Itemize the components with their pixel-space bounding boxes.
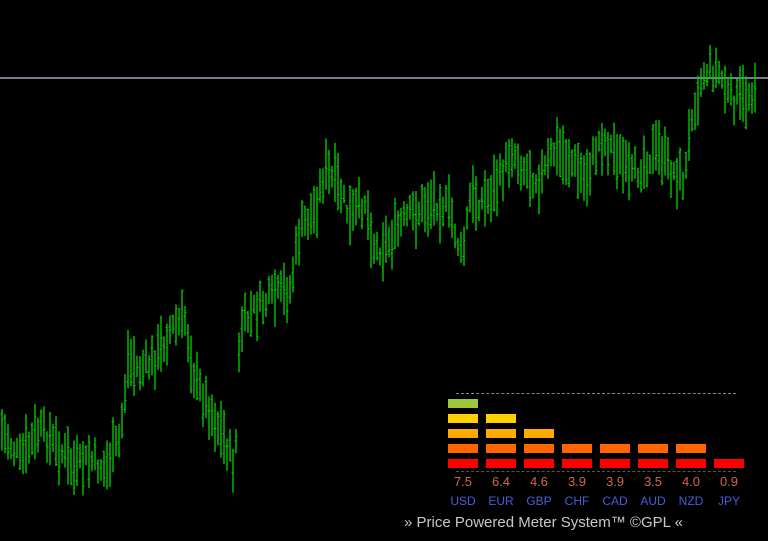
meter-column-jpy: 0.9 JPY xyxy=(712,388,746,513)
meter-segment xyxy=(676,459,706,468)
meter-currency-label: USD xyxy=(450,494,476,508)
meter-segment xyxy=(600,459,630,468)
meter-value-label: 3.9 xyxy=(605,474,625,489)
meter-currency-label: GBP xyxy=(526,494,552,508)
meter-segment xyxy=(524,459,554,468)
meter-column-gbp: 4.6 GBP xyxy=(522,388,556,513)
meter-segment xyxy=(486,459,516,468)
meter-segment xyxy=(448,414,478,423)
meter-segment xyxy=(638,444,668,453)
meter-segment xyxy=(486,429,516,438)
meter-value-label: 6.4 xyxy=(491,474,511,489)
meter-value-label: 4.0 xyxy=(681,474,701,489)
meter-segment xyxy=(524,444,554,453)
meter-segment xyxy=(562,459,592,468)
meter-column-usd: 7.5 USD xyxy=(446,388,480,513)
meter-currency-label: JPY xyxy=(717,494,740,508)
meter-value-label: 7.5 xyxy=(453,474,473,489)
meter-segment xyxy=(638,459,668,468)
meter-value-label: 4.6 xyxy=(529,474,549,489)
meter-currency-label: NZD xyxy=(678,494,704,508)
indicator-caption: » Price Powered Meter System™ ©GPL « xyxy=(404,514,683,531)
meter-column-aud: 3.5 AUD xyxy=(636,388,670,513)
meter-column-eur: 6.4 EUR xyxy=(484,388,518,513)
meter-currency-label: CAD xyxy=(602,494,628,508)
meter-currency-label: CHF xyxy=(564,494,590,508)
meter-column-cad: 3.9 CAD xyxy=(598,388,632,513)
meter-segment xyxy=(486,414,516,423)
meter-segment xyxy=(600,444,630,453)
currency-strength-meter: 7.5 USD 6.4 EUR 4.6 GBP 3.9 CHF 3.9 CAD 3.5 AUD 4.0 N… xyxy=(446,388,746,513)
meter-segment xyxy=(676,444,706,453)
meter-value-label: 3.9 xyxy=(567,474,587,489)
meter-segment xyxy=(486,444,516,453)
meter-column-nzd: 4.0 NZD xyxy=(674,388,708,513)
meter-segment xyxy=(448,399,478,408)
meter-segment xyxy=(448,459,478,468)
meter-value-label: 0.9 xyxy=(719,474,739,489)
meter-value-label: 3.5 xyxy=(643,474,663,489)
meter-segment xyxy=(714,459,744,468)
meter-column-chf: 3.9 CHF xyxy=(560,388,594,513)
meter-segment xyxy=(562,444,592,453)
meter-segment xyxy=(448,444,478,453)
meter-segment xyxy=(524,429,554,438)
meter-currency-label: AUD xyxy=(640,494,666,508)
meter-currency-label: EUR xyxy=(488,494,514,508)
meter-segment xyxy=(448,429,478,438)
